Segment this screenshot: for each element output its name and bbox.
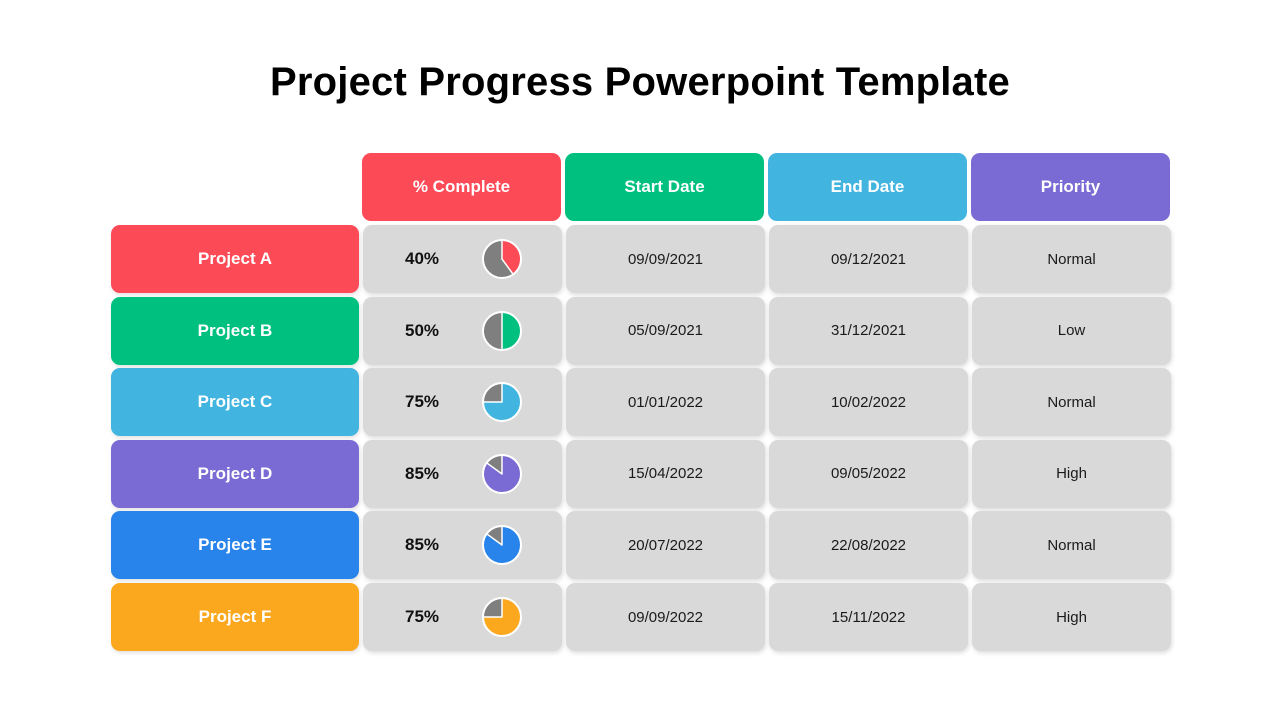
table-row: Project A 40% 09/09/2021 09/12/2021 Norm…: [111, 225, 1171, 293]
end-date-cell: 15/11/2022: [769, 583, 968, 651]
table-row: Project C 75% 01/01/2022 10/02/2022 Norm…: [111, 368, 1171, 437]
percent-value: 75%: [404, 392, 440, 412]
end-date-cell: 31/12/2021: [769, 296, 968, 365]
project-label: Project F: [111, 583, 359, 651]
project-label: Project C: [111, 368, 359, 437]
progress-pie-icon: [482, 382, 522, 423]
project-label: Project E: [111, 511, 359, 580]
progress-pie-icon: [482, 525, 522, 566]
percent-value: 75%: [404, 607, 440, 626]
start-date-cell: 01/01/2022: [566, 368, 765, 437]
progress-pie-icon: [482, 453, 522, 494]
percent-complete-cell: 50%: [363, 296, 562, 365]
table-row: Project B 50% 05/09/2021 31/12/2021 Low: [111, 296, 1171, 365]
percent-value: 85%: [404, 535, 440, 555]
progress-pie-icon: [482, 597, 522, 637]
priority-cell: Normal: [972, 368, 1171, 437]
progress-pie-icon: [482, 310, 522, 351]
start-date-cell: 20/07/2022: [566, 511, 765, 580]
pie-complete-slice: [501, 310, 522, 351]
priority-cell: Normal: [972, 225, 1171, 293]
priority-cell: High: [972, 439, 1171, 508]
project-label: Project D: [111, 439, 359, 508]
project-label: Project B: [111, 296, 359, 365]
project-label: Project A: [111, 225, 359, 293]
header-priority: Priority: [971, 153, 1170, 221]
percent-complete-cell: 75%: [363, 583, 562, 651]
page-title: Project Progress Powerpoint Template: [270, 60, 1010, 104]
header-percent-complete: % Complete: [362, 153, 561, 221]
start-date-cell: 09/09/2021: [566, 225, 765, 293]
end-date-cell: 10/02/2022: [769, 368, 968, 437]
header-end-date: End Date: [768, 153, 967, 221]
start-date-cell: 09/09/2022: [566, 583, 765, 651]
percent-value: 85%: [404, 463, 440, 483]
start-date-cell: 15/04/2022: [566, 439, 765, 508]
percent-complete-cell: 85%: [363, 439, 562, 508]
end-date-cell: 09/12/2021: [769, 225, 968, 293]
priority-cell: Normal: [972, 511, 1171, 580]
percent-complete-cell: 75%: [363, 368, 562, 437]
percent-value: 50%: [404, 320, 440, 340]
priority-cell: Low: [972, 296, 1171, 365]
priority-cell: High: [972, 583, 1171, 651]
table-row: Project E 85% 20/07/2022 22/08/2022 Norm…: [111, 511, 1171, 580]
end-date-cell: 09/05/2022: [769, 439, 968, 508]
header-row: % Complete Start Date End Date Priority: [362, 153, 1170, 221]
end-date-cell: 22/08/2022: [769, 511, 968, 580]
percent-value: 40%: [404, 249, 440, 268]
header-start-date: Start Date: [565, 153, 764, 221]
table-row: Project D 85% 15/04/2022 09/05/2022 High: [111, 439, 1171, 508]
percent-complete-cell: 40%: [363, 225, 562, 293]
percent-complete-cell: 85%: [363, 511, 562, 580]
progress-pie-icon: [482, 239, 522, 279]
table-row: Project F 75% 09/09/2022 15/11/2022 High: [111, 583, 1171, 651]
start-date-cell: 05/09/2021: [566, 296, 765, 365]
